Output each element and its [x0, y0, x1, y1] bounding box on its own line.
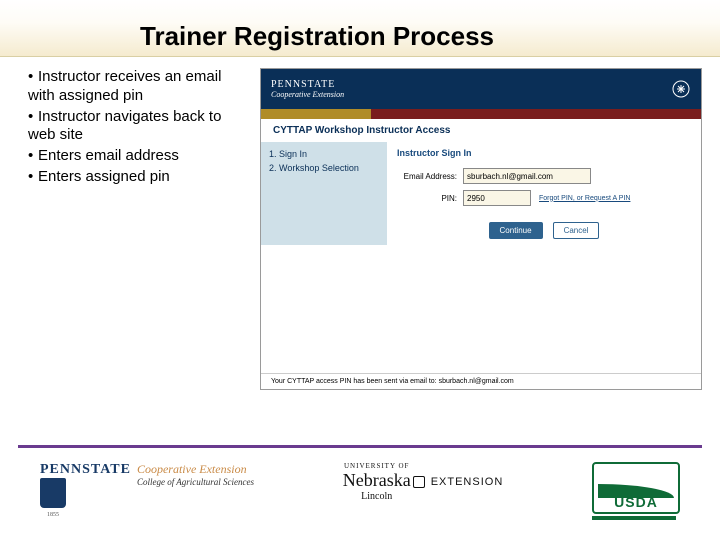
bullet-text: Instructor navigates back to web site: [28, 108, 221, 144]
nav-step-1[interactable]: 1. Sign In: [269, 148, 379, 162]
page-heading: CYTTAP Workshop Instructor Access: [261, 119, 701, 142]
footer-divider: [18, 445, 702, 448]
usda-card: USDA: [592, 462, 680, 514]
accent-bars: [261, 109, 701, 119]
pin-label: PIN:: [397, 194, 457, 203]
footer-logos: PENNSTATE Cooperative Extension College …: [0, 462, 720, 540]
pennstate-logo-header: PENNSTATE Cooperative Extension: [271, 79, 344, 99]
content-row: 1. Sign In 2. Workshop Selection Instruc…: [261, 142, 701, 245]
embedded-screenshot: PENNSTATE Cooperative Extension CYTTAP W…: [260, 68, 702, 390]
pin-input[interactable]: [463, 190, 531, 206]
pennstate-shield-icon: [40, 478, 66, 508]
bullet-text: Enters assigned pin: [38, 168, 170, 185]
nebraska-logo: UNIVERSITY OF Nebraska Lincoln EXTENSION: [343, 462, 504, 502]
bullet-item: •Enters assigned pin: [28, 168, 248, 187]
nebraska-line2: Nebraska: [343, 470, 411, 491]
body: •Instructor receives an email with assig…: [28, 68, 702, 400]
nebraska-line1: UNIVERSITY OF: [343, 462, 411, 470]
bullet-text: Enters email address: [38, 147, 179, 164]
section-heading: Instructor Sign In: [397, 148, 691, 158]
usda-text: USDA: [614, 494, 658, 510]
email-row: Email Address:: [397, 168, 691, 184]
slide-title: Trainer Registration Process: [140, 21, 494, 52]
email-label: Email Address:: [397, 172, 457, 181]
brand-sub: Cooperative Extension: [271, 90, 344, 99]
confirmation-bar: Your CYTTAP access PIN has been sent via…: [261, 373, 701, 389]
nebraska-extension: EXTENSION: [431, 476, 504, 488]
pennstate-name: PENNSTATE: [40, 462, 131, 478]
main-panel: Instructor Sign In Email Address: PIN: F…: [387, 142, 701, 245]
pennstate-dept: Cooperative Extension College of Agricul…: [137, 462, 254, 487]
pin-row: PIN: Forgot PIN, or Request A PIN: [397, 190, 691, 206]
footer: PENNSTATE Cooperative Extension College …: [0, 445, 720, 540]
email-input[interactable]: [463, 168, 591, 184]
bullet-item: •Instructor receives an email with assig…: [28, 68, 248, 106]
pennstate-college: College of Agricultural Sciences: [137, 477, 254, 487]
header-icon: [671, 79, 691, 99]
title-bar: Trainer Registration Process: [0, 0, 720, 57]
cancel-button[interactable]: Cancel: [553, 222, 600, 239]
nebraska-city: Lincoln: [343, 491, 411, 502]
nebraska-text-row: UNIVERSITY OF Nebraska Lincoln EXTENSION: [343, 462, 504, 502]
continue-button[interactable]: Continue: [489, 222, 543, 239]
bullet-text: Instructor receives an email with assign…: [28, 68, 221, 104]
brand-name: PENNSTATE: [271, 79, 344, 90]
button-row: Continue Cancel: [397, 222, 691, 239]
nebraska-name-block: UNIVERSITY OF Nebraska Lincoln: [343, 462, 411, 502]
pennstate-logo: PENNSTATE Cooperative Extension College …: [40, 462, 254, 508]
usda-underline: [592, 516, 676, 520]
slide: Trainer Registration Process •Instructor…: [0, 0, 720, 540]
screenshot-header: PENNSTATE Cooperative Extension: [261, 69, 701, 109]
nav-step-2[interactable]: 2. Workshop Selection: [269, 162, 379, 176]
bullet-list: •Instructor receives an email with assig…: [28, 68, 248, 189]
pennstate-text-block: PENNSTATE: [40, 462, 131, 508]
bullet-item: •Enters email address: [28, 147, 248, 166]
usda-logo: USDA: [592, 462, 680, 520]
pennstate-coop: Cooperative Extension: [137, 462, 254, 477]
forgot-pin-link[interactable]: Forgot PIN, or Request A PIN: [539, 195, 630, 202]
bullet-item: •Instructor navigates back to web site: [28, 108, 248, 146]
nebraska-seal-icon: [413, 476, 425, 488]
step-nav: 1. Sign In 2. Workshop Selection: [261, 142, 387, 245]
